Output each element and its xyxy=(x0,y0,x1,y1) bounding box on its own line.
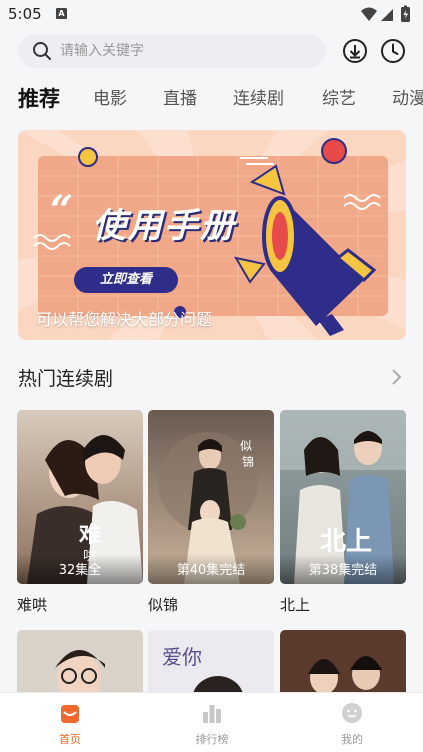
bottom-nav: 首页 排行榜 我的 xyxy=(0,692,423,752)
episode-badge: 32集全 xyxy=(17,554,143,584)
banner-carousel[interactable]: “ 使用手册 立即查看 可以帮您解决大部分问题 xyxy=(18,130,406,340)
history-clock-icon[interactable] xyxy=(380,38,406,64)
drama-card[interactable]: 似 锦 第40集完结 似锦 xyxy=(148,410,274,615)
chevron-right-icon[interactable] xyxy=(388,366,406,388)
svg-text:锦: 锦 xyxy=(242,455,254,469)
tab-movies[interactable]: 电影 xyxy=(93,82,127,116)
episode-badge: 第40集完结 xyxy=(148,554,274,584)
nav-profile[interactable]: 我的 xyxy=(312,693,392,752)
episode-badge: 第38集完结 xyxy=(280,554,406,584)
svg-text:难: 难 xyxy=(78,522,101,548)
poster-image: 北上 第38集完结 xyxy=(280,410,406,584)
nav-profile-label: 我的 xyxy=(341,733,363,746)
category-tabs: 推荐 电影 直播 连续剧 综艺 动漫 xyxy=(0,82,423,118)
svg-text:“: “ xyxy=(50,187,73,234)
status-time: 5:05 xyxy=(8,5,42,23)
search-bar[interactable] xyxy=(18,34,326,68)
tab-series[interactable]: 连续剧 xyxy=(233,82,284,116)
poster-image: 似 锦 第40集完结 xyxy=(148,410,274,584)
tab-variety[interactable]: 综艺 xyxy=(322,82,356,116)
banner-caption: 可以帮您解决大部分问题 xyxy=(36,310,213,329)
svg-text:爱你: 爱你 xyxy=(162,645,202,669)
home-icon xyxy=(61,705,79,723)
nav-ranking-label: 排行榜 xyxy=(195,733,229,746)
status-icons xyxy=(361,5,410,22)
banner-view-button[interactable]: 立即查看 xyxy=(74,267,178,293)
poster-image xyxy=(17,630,143,696)
poster-image: 爱你 xyxy=(148,630,274,696)
drama-card-partial[interactable] xyxy=(280,630,406,696)
nav-home[interactable]: 首页 xyxy=(30,693,110,752)
svg-text:似: 似 xyxy=(240,439,252,453)
tab-recommend[interactable]: 推荐 xyxy=(18,82,60,116)
wifi-icon xyxy=(361,7,377,21)
search-icon xyxy=(33,42,51,60)
download-icon[interactable] xyxy=(342,38,368,64)
profile-icon xyxy=(342,703,362,723)
search-input[interactable] xyxy=(60,34,310,68)
poster-image: 难 哄 32集全 xyxy=(17,410,143,584)
notification-a-icon: A xyxy=(56,8,67,19)
tab-anime[interactable]: 动漫 xyxy=(392,82,423,116)
battery-icon xyxy=(401,5,410,22)
drama-card[interactable]: 难 哄 32集全 难哄 xyxy=(17,410,143,615)
banner-title: 使用手册 xyxy=(92,206,236,246)
nav-ranking[interactable]: 排行榜 xyxy=(172,693,252,752)
drama-title: 北上 xyxy=(280,596,311,614)
nav-home-label: 首页 xyxy=(59,733,81,746)
svg-text:北上: 北上 xyxy=(320,527,372,557)
drama-card[interactable]: 北上 第38集完结 北上 xyxy=(280,410,406,615)
section-title: 热门连续剧 xyxy=(18,368,114,390)
drama-card-partial[interactable]: 爱你 xyxy=(148,630,274,696)
drama-card-partial[interactable] xyxy=(17,630,143,696)
tab-live[interactable]: 直播 xyxy=(163,82,197,116)
status-bar: 5:05 A xyxy=(0,0,423,30)
signal-icon xyxy=(381,9,393,21)
poster-image xyxy=(280,630,406,696)
drama-title: 难哄 xyxy=(17,596,48,614)
drama-title: 似锦 xyxy=(148,596,179,614)
ranking-icon xyxy=(203,705,221,723)
